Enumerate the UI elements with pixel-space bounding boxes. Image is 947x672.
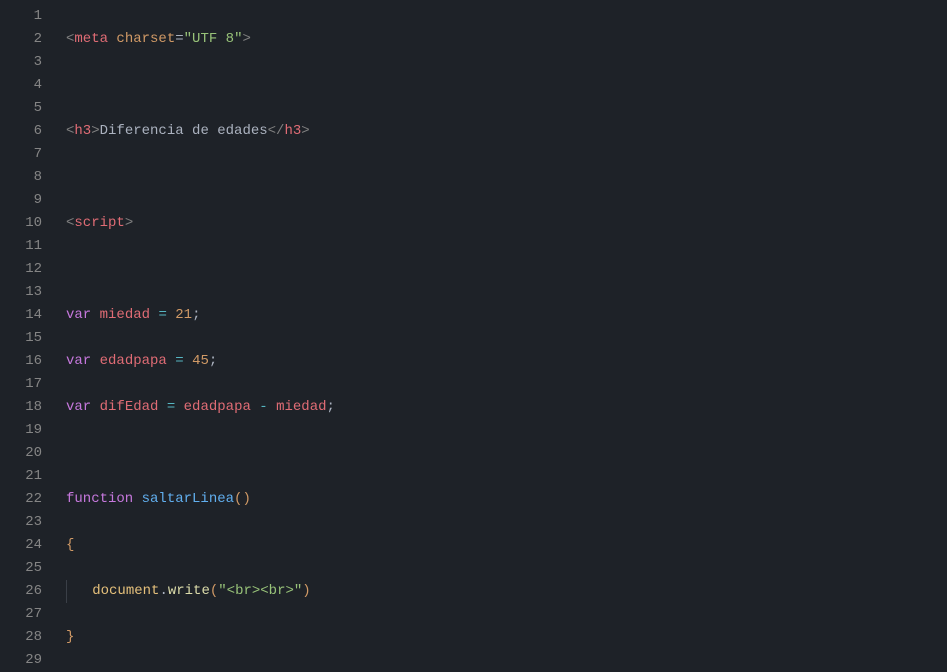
semicolon: ; [209,353,217,369]
operator-assign: = [158,307,166,323]
code-line: <script> [66,212,947,235]
line-number: 27 [0,603,42,626]
code-line [66,442,947,465]
angle-open-slash: </ [268,123,285,139]
brace-open: { [66,537,74,553]
code-editor[interactable]: 1234567891011121314151617181920212223242… [0,0,947,660]
tag-meta: meta [74,31,108,47]
tag-script: script [74,215,124,231]
line-number: 24 [0,534,42,557]
paren-open: ( [210,583,218,599]
code-line [66,166,947,189]
paren-close: ) [302,583,310,599]
line-number: 14 [0,304,42,327]
line-number: 12 [0,258,42,281]
line-number: 17 [0,373,42,396]
identifier: edadpapa [100,353,167,369]
identifier: edadpapa [184,399,251,415]
code-line: var miedad = 21; [66,304,947,327]
quote: " [184,31,192,47]
identifier: miedad [276,399,326,415]
keyword-var: var [66,353,91,369]
number-literal: 45 [192,353,209,369]
line-number: 11 [0,235,42,258]
line-number: 7 [0,143,42,166]
line-number: 3 [0,51,42,74]
attr-charset: charset [116,31,175,47]
brace-close: } [66,629,74,645]
line-number: 9 [0,189,42,212]
code-line: function saltarLinea() [66,488,947,511]
angle-close: > [125,215,133,231]
operator-assign: = [167,399,175,415]
semicolon: ; [192,307,200,323]
code-line: <meta charset="UTF 8"> [66,28,947,51]
code-line: } [66,626,947,649]
line-number: 15 [0,327,42,350]
line-number-gutter: 1234567891011121314151617181920212223242… [0,0,60,660]
function-name: saltarLinea [142,491,234,507]
code-line: document.write("<br><br>") [66,580,947,603]
line-number: 26 [0,580,42,603]
code-line: { [66,534,947,557]
line-number: 28 [0,626,42,649]
line-number: 6 [0,120,42,143]
identifier: difEdad [100,399,159,415]
identifier: miedad [100,307,150,323]
line-number: 19 [0,419,42,442]
equals: = [175,31,183,47]
line-number: 16 [0,350,42,373]
code-line: var difEdad = edadpapa - miedad; [66,396,947,419]
line-number: 1 [0,5,42,28]
method-write: write [168,583,210,599]
angle-close: > [242,31,250,47]
number-literal: 21 [175,307,192,323]
line-number: 20 [0,442,42,465]
keyword-var: var [66,307,91,323]
line-number: 2 [0,28,42,51]
line-number: 23 [0,511,42,534]
code-line [66,74,947,97]
text-content: Diferencia de edades [100,123,268,139]
angle-close: > [91,123,99,139]
line-number: 8 [0,166,42,189]
semicolon: ; [327,399,335,415]
line-number: 18 [0,396,42,419]
line-number: 10 [0,212,42,235]
line-number: 29 [0,649,42,672]
tag-h3: h3 [74,123,91,139]
line-number: 13 [0,281,42,304]
code-area[interactable]: <meta charset="UTF 8"> <h3>Diferencia de… [60,0,947,660]
line-number: 25 [0,557,42,580]
angle-close: > [301,123,309,139]
operator-assign: = [175,353,183,369]
keyword-var: var [66,399,91,415]
paren-close: ) [242,491,250,507]
object-document: document [92,583,159,599]
line-number: 4 [0,74,42,97]
code-line: var edadpapa = 45; [66,350,947,373]
string-literal: "<br><br>" [218,583,302,599]
operator-minus: - [259,399,267,415]
dot: . [159,583,167,599]
keyword-function: function [66,491,133,507]
line-number: 22 [0,488,42,511]
code-line: <h3>Diferencia de edades</h3> [66,120,947,143]
attr-value: UTF 8 [192,31,234,47]
tag-h3-close: h3 [284,123,301,139]
code-line [66,258,947,281]
line-number: 21 [0,465,42,488]
line-number: 5 [0,97,42,120]
